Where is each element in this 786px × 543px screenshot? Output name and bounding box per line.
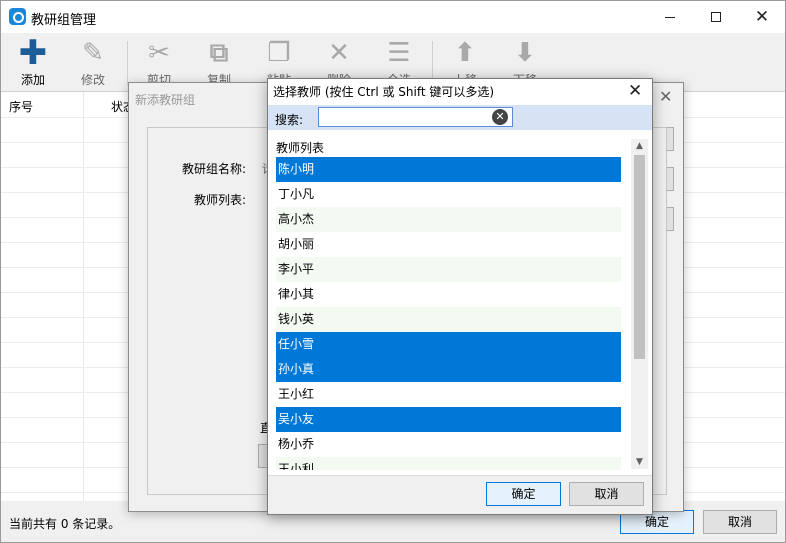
list-item[interactable]: 高小杰: [276, 207, 621, 232]
new-group-dialog-title: 新添教研组: [135, 93, 196, 107]
list-item[interactable]: 钱小英: [276, 307, 621, 332]
scroll-thumb[interactable]: [634, 155, 645, 359]
delete-icon: ✕: [328, 38, 350, 68]
cut-button[interactable]: ✂ 剪切: [131, 37, 187, 87]
scissors-icon: ✂: [148, 38, 170, 68]
teacher-list: 陈小明 丁小凡 高小杰 胡小丽 李小平 律小其 钱小英 任小雪 孙小真 王小红 …: [276, 157, 621, 470]
select-dialog-title: 选择教师 (按住 Ctrl 或 Shift 键可以多选): [273, 85, 495, 99]
search-bar: 搜索: ✕: [268, 105, 652, 130]
select-cancel-button[interactable]: 取消: [569, 482, 644, 506]
maximize-button[interactable]: [693, 1, 739, 33]
minimize-icon: [665, 16, 675, 18]
select-teacher-dialog: 选择教师 (按住 Ctrl 或 Shift 键可以多选) ✕ 搜索: ✕ 教师列…: [267, 78, 653, 515]
close-icon: ✕: [659, 87, 673, 106]
list-item[interactable]: 王小红: [276, 382, 621, 407]
toolbar-separator: [127, 41, 128, 85]
clear-search-icon[interactable]: ✕: [492, 109, 508, 125]
teacher-list-header: 教师列表: [276, 141, 325, 155]
close-button[interactable]: ✕: [739, 1, 785, 33]
teacher-list-scrollbar[interactable]: ▲ ▼: [631, 139, 648, 469]
list-item[interactable]: 吴小友: [276, 407, 621, 432]
list-item[interactable]: 胡小丽: [276, 232, 621, 257]
list-item[interactable]: 丁小凡: [276, 182, 621, 207]
main-cancel-button[interactable]: 取消: [703, 510, 777, 534]
list-item[interactable]: 任小雪: [276, 332, 621, 357]
new-group-close-button[interactable]: ✕: [659, 87, 672, 106]
copy-button[interactable]: ⧉ 复制: [191, 37, 247, 87]
list-item[interactable]: 陈小明: [276, 157, 621, 182]
scroll-up-icon[interactable]: ▲: [631, 139, 648, 153]
plus-icon: ✚: [18, 33, 48, 73]
list-item[interactable]: 李小平: [276, 257, 621, 282]
column-header-index[interactable]: 序号: [9, 98, 33, 115]
paste-icon: ❐: [267, 38, 291, 68]
search-input[interactable]: [318, 107, 513, 127]
copy-icon: ⧉: [209, 38, 229, 68]
search-label: 搜索:: [275, 113, 304, 127]
pencil-icon: ✎: [82, 38, 104, 68]
minimize-button[interactable]: [647, 1, 693, 33]
list-item[interactable]: 律小其: [276, 282, 621, 307]
app-logo-icon: [9, 8, 26, 25]
select-dialog-close-button[interactable]: ✕: [628, 81, 642, 101]
list-item[interactable]: 王小利: [276, 457, 621, 470]
maximize-icon: [711, 12, 721, 22]
add-button[interactable]: ✚ 添加: [5, 33, 61, 87]
teacher-list-label: 教师列表:: [194, 193, 247, 207]
select-ok-button[interactable]: 确定: [486, 482, 561, 506]
arrow-up-icon: ⬆: [454, 38, 476, 68]
record-count-text: 当前共有 0 条记录。: [9, 517, 121, 531]
title-bar: 教研组管理 ✕: [1, 1, 785, 33]
window-title: 教研组管理: [31, 13, 97, 28]
close-icon: ✕: [754, 7, 770, 27]
group-name-label: 教研组名称:: [182, 162, 247, 176]
edit-button[interactable]: ✎ 修改: [65, 37, 121, 87]
select-dialog-footer: 确定 取消: [268, 475, 652, 514]
list-item[interactable]: 杨小乔: [276, 432, 621, 457]
arrow-down-icon: ⬇: [514, 38, 536, 68]
select-all-icon: ☰: [387, 38, 411, 68]
grid-line: [83, 92, 84, 502]
close-icon: ✕: [628, 81, 643, 101]
scroll-down-icon[interactable]: ▼: [631, 455, 648, 469]
list-item[interactable]: 孙小真: [276, 357, 621, 382]
